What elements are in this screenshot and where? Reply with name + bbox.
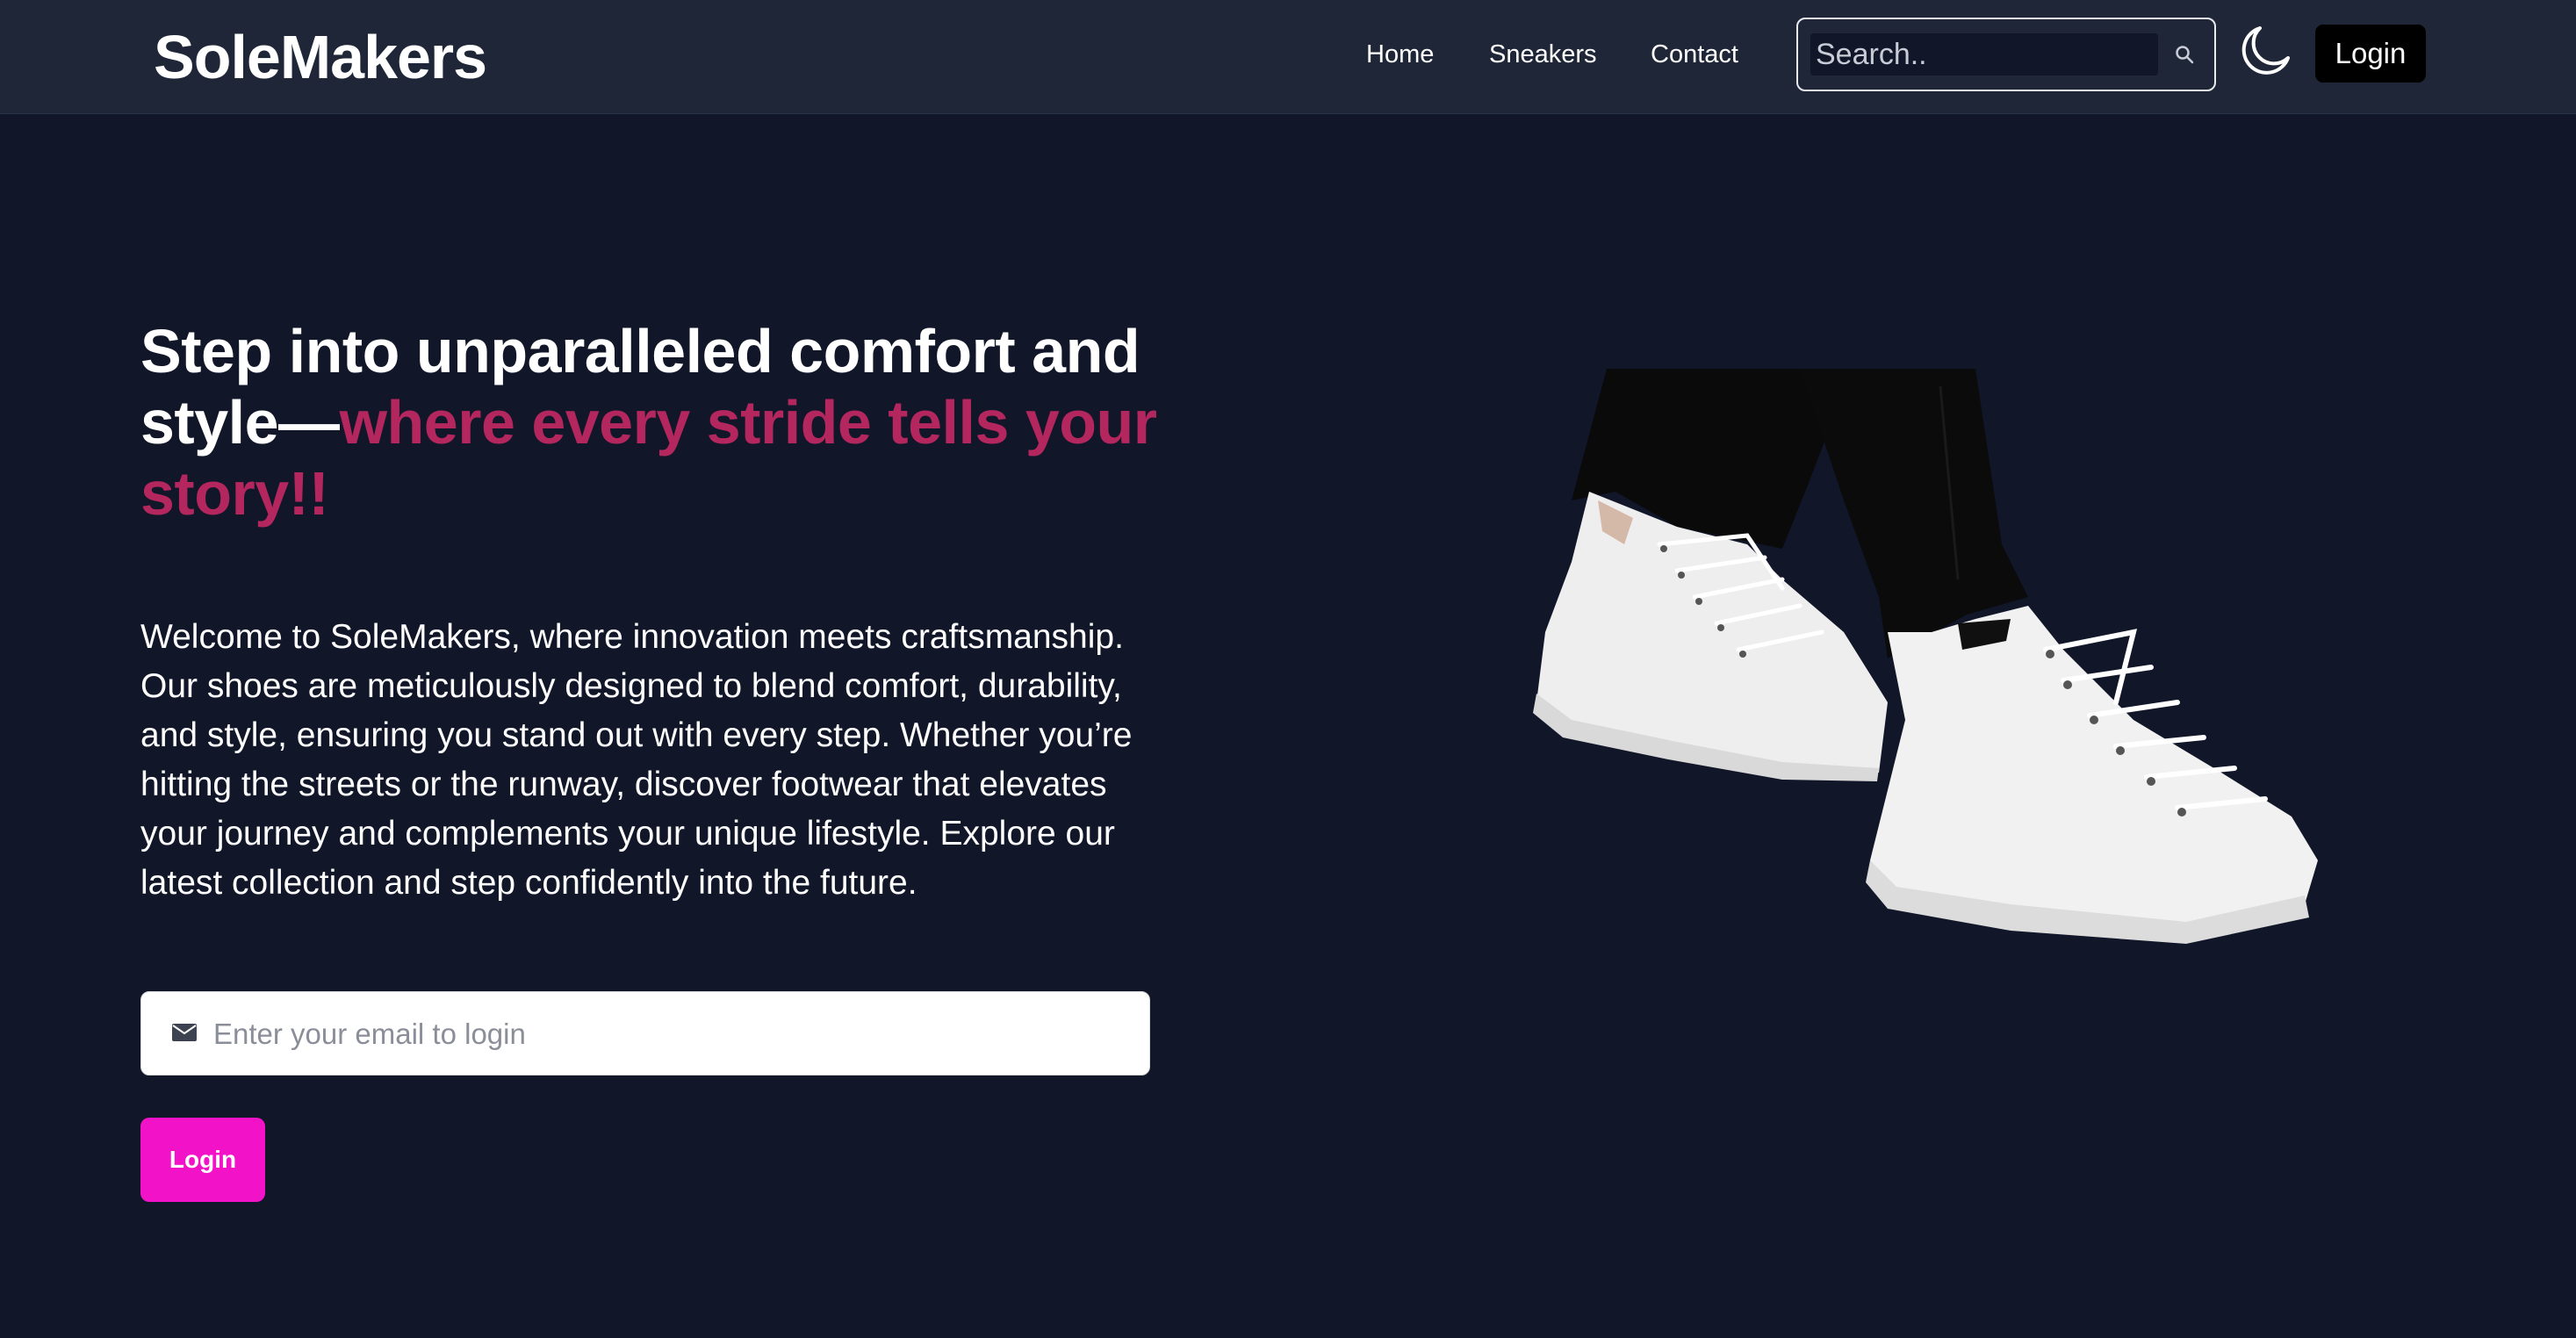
nav-link-home[interactable]: Home	[1366, 37, 1434, 72]
search-box	[1796, 18, 2216, 91]
email-field-wrapper	[140, 991, 1150, 1075]
search-button[interactable]	[2167, 37, 2202, 72]
search-input[interactable]	[1810, 33, 2158, 76]
email-field[interactable]	[213, 1008, 1126, 1061]
sneakers-photo	[1533, 369, 2318, 944]
envelope-icon	[172, 1024, 197, 1041]
email-login-button[interactable]: Login	[140, 1118, 265, 1202]
brand-logo[interactable]: SoleMakers	[154, 19, 487, 95]
theme-toggle-button[interactable]	[2241, 23, 2293, 79]
navbar: SoleMakers Home Sneakers Contact Login	[0, 0, 2576, 114]
search-icon	[2176, 46, 2194, 64]
nav-link-sneakers[interactable]: Sneakers	[1489, 37, 1597, 72]
hero-description: Welcome to SoleMakers, where innovation …	[140, 618, 1133, 902]
nav-login-button[interactable]: Login	[2315, 25, 2426, 83]
moon-icon	[2241, 26, 2290, 75]
hero-title: Step into unparalleled comfort and style…	[140, 316, 1220, 529]
nav-link-contact[interactable]: Contact	[1651, 37, 1738, 72]
